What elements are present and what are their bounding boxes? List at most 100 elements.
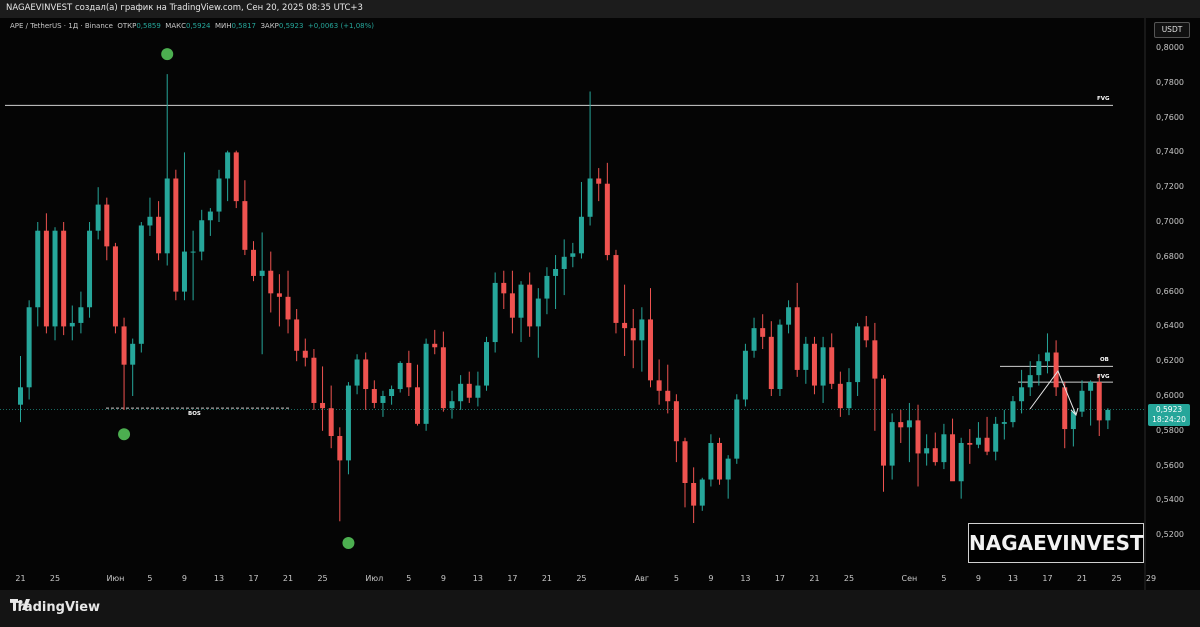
candle-body	[233, 152, 239, 202]
candle-body	[181, 251, 187, 292]
candle-body	[1088, 382, 1094, 391]
time-tick-label: Июл	[365, 574, 384, 583]
candle-body	[363, 359, 369, 390]
candle-body	[1105, 409, 1111, 421]
candle-body	[311, 357, 317, 403]
candle-body	[207, 211, 213, 221]
candle-body	[509, 293, 515, 318]
price-tick-label: 0,6600	[1156, 286, 1184, 296]
candle-body	[138, 225, 144, 344]
candle-body	[604, 183, 610, 256]
candle-body	[656, 380, 662, 391]
candle-body	[691, 483, 697, 506]
candle-body	[449, 401, 455, 409]
price-tick-label: 0,8000	[1156, 43, 1184, 52]
candle-body	[535, 298, 541, 327]
candle-body	[682, 441, 688, 483]
time-tick-label: 5	[406, 574, 412, 583]
candle-body	[760, 328, 766, 337]
candle-body	[1079, 390, 1085, 412]
currency-button[interactable]: USDT	[1154, 22, 1190, 38]
candle-body	[337, 436, 343, 461]
price-chart[interactable]	[0, 18, 1200, 590]
close-label: ЗАКР	[260, 22, 279, 30]
candle-body	[121, 326, 127, 365]
candle-body	[561, 256, 567, 269]
price-tick-label: 0,5400	[1156, 495, 1184, 505]
time-tick-label: 17	[1042, 574, 1053, 583]
candle-body	[268, 270, 274, 294]
candle-body	[492, 282, 498, 343]
candle-body	[43, 230, 49, 327]
candle-body	[130, 343, 136, 365]
time-tick-label: 21	[1076, 574, 1088, 583]
candle-body	[156, 216, 162, 254]
price-tick-label: 0,6800	[1156, 251, 1184, 261]
time-tick-label: 21	[809, 574, 820, 583]
time-tick-label: 13	[213, 574, 225, 583]
candle-body	[699, 479, 705, 506]
time-tick-label: 21	[15, 574, 26, 583]
candle-body	[294, 319, 300, 351]
candle-body	[950, 434, 956, 482]
time-tick-label: 25	[843, 574, 855, 583]
candle-body	[397, 362, 403, 390]
candle-body	[915, 420, 921, 454]
tradingview-logo[interactable]: TradingView	[10, 599, 100, 615]
candle-body	[164, 178, 170, 254]
ob-label: OB	[1100, 357, 1109, 363]
watermark-logo: NAGAEVINVEST	[968, 523, 1144, 563]
candle-body	[1053, 352, 1059, 388]
candle-body	[18, 387, 23, 405]
price-tick-label: 0,6200	[1156, 356, 1184, 366]
attribution-bar: NAGAEVINVEST создал(а) график на Trading…	[0, 0, 1200, 18]
candle-body	[285, 296, 291, 320]
time-tick-label: 25	[49, 574, 61, 583]
attribution-text: NAGAEVINVEST создал(а) график на Trading…	[6, 3, 363, 13]
open-label: ОТКР	[117, 22, 137, 30]
symbol-title: APE / TetherUS · 1Д · Binance	[10, 22, 113, 30]
price-tick-label: 0,7000	[1156, 217, 1184, 226]
price-tick-label: 0,7600	[1156, 112, 1184, 122]
candle-body	[371, 389, 377, 403]
low-value: 0,5817	[231, 22, 256, 30]
chart-area[interactable]	[0, 18, 1200, 590]
candle-body	[35, 230, 41, 308]
candle-body	[820, 347, 826, 386]
current-price-value: 0,5923	[1155, 405, 1183, 414]
time-tick-label: 25	[317, 574, 328, 583]
candle-body	[1062, 387, 1068, 430]
candle-body	[587, 178, 593, 217]
candle-body	[889, 422, 895, 466]
candle-body	[1019, 387, 1025, 402]
candle-body	[742, 350, 748, 400]
candle-body	[354, 359, 360, 386]
time-tick-label: 17	[248, 574, 259, 583]
bos-label: BOS	[188, 411, 201, 417]
candle-body	[734, 399, 740, 459]
candle-body	[328, 408, 334, 437]
time-tick-label: 25	[576, 574, 587, 583]
candle-body	[484, 342, 490, 386]
time-tick-label: 25	[1111, 574, 1122, 583]
candle-body	[466, 383, 472, 398]
price-tick-label: 0,5600	[1156, 460, 1184, 470]
candle-body	[1027, 375, 1033, 388]
candle-body	[794, 307, 800, 370]
candle-body	[389, 389, 395, 396]
candle-body	[423, 343, 429, 424]
time-tick-label: 13	[1007, 574, 1019, 583]
candle-body	[898, 422, 904, 428]
swing-marker	[118, 428, 131, 441]
candle-body	[751, 328, 757, 351]
price-tick-label: 0,6000	[1156, 391, 1184, 400]
time-tick-label: 5	[941, 574, 947, 583]
candle-body	[458, 383, 464, 402]
time-tick-label: 21	[282, 574, 294, 583]
candle-body	[855, 326, 861, 383]
candle-body	[984, 437, 990, 452]
candle-body	[1036, 361, 1042, 376]
candle-body	[647, 319, 653, 381]
candle-body	[259, 270, 265, 276]
time-tick-label: 13	[740, 574, 751, 583]
